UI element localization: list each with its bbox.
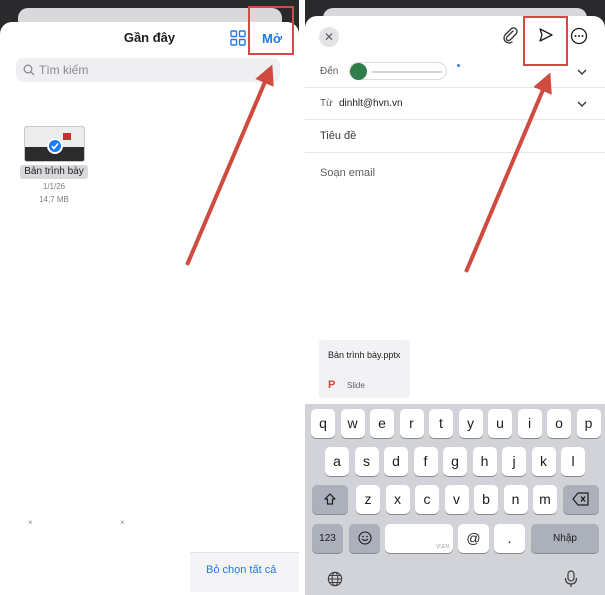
- recipient-chip[interactable]: [349, 62, 447, 80]
- key-p[interactable]: p: [576, 409, 601, 438]
- key-e[interactable]: e: [370, 409, 394, 438]
- file-picker-panel: Gần đây Mở Tìm kiếm Bản trình bày 1/1/26…: [0, 0, 299, 595]
- open-button-highlight: [248, 6, 294, 55]
- shift-key[interactable]: [312, 485, 348, 514]
- chevron-down-icon[interactable]: [577, 99, 587, 109]
- key-q[interactable]: q: [311, 409, 335, 438]
- backspace-key[interactable]: [563, 485, 599, 514]
- key-h[interactable]: h: [472, 447, 497, 476]
- close-button[interactable]: ✕: [319, 27, 339, 47]
- key-d[interactable]: d: [384, 447, 408, 476]
- attachment-name: Bản trình bày.pptx: [328, 350, 401, 360]
- dot-key[interactable]: .: [494, 524, 525, 553]
- key-b[interactable]: b: [474, 485, 498, 514]
- file-name: Bản trình bày: [20, 165, 88, 179]
- to-row[interactable]: Đến: [305, 56, 605, 88]
- numbers-key[interactable]: 123: [312, 524, 343, 553]
- key-i[interactable]: i: [517, 409, 542, 438]
- key-o[interactable]: o: [547, 409, 571, 438]
- email-body-field[interactable]: Soạn email: [320, 167, 375, 179]
- bottom-toolbar: Bỏ chọn tất cả: [190, 552, 299, 592]
- file-size: 14,7 MB: [39, 195, 69, 204]
- key-a[interactable]: a: [325, 447, 349, 476]
- thumbnail-accent: [63, 133, 71, 140]
- at-key[interactable]: @: [458, 524, 489, 553]
- paperclip-icon[interactable]: [501, 26, 519, 44]
- file-picker-sheet: [0, 22, 299, 595]
- to-label: Đến: [320, 66, 339, 77]
- recipient-redacted: [372, 71, 442, 73]
- keyboard: qwertyuiop asdfghjkl zxcvbnm 123 VI,EN @…: [305, 404, 605, 595]
- powerpoint-icon: P: [328, 379, 336, 391]
- key-l[interactable]: l: [561, 447, 585, 476]
- attachment-type: Slide: [347, 381, 365, 390]
- key-c[interactable]: c: [415, 485, 439, 514]
- key-z[interactable]: z: [356, 485, 380, 514]
- selected-check-icon: [47, 138, 63, 154]
- grid-view-icon[interactable]: [230, 30, 246, 46]
- email-compose-panel: ✕ Đến Từ dinhlt@hvn.vn Tiêu đề Soạn emai…: [305, 0, 605, 595]
- key-t[interactable]: t: [429, 409, 453, 438]
- search-icon: [23, 64, 35, 76]
- microphone-icon[interactable]: [563, 570, 579, 588]
- key-v[interactable]: v: [444, 485, 469, 514]
- key-w[interactable]: w: [340, 409, 365, 438]
- close-icon: ×: [120, 518, 125, 527]
- avatar: [350, 63, 367, 80]
- key-y[interactable]: y: [458, 409, 483, 438]
- more-options-icon[interactable]: [570, 27, 588, 45]
- key-n[interactable]: n: [503, 485, 528, 514]
- key-j[interactable]: j: [502, 447, 526, 476]
- key-s[interactable]: s: [354, 447, 379, 476]
- key-f[interactable]: f: [413, 447, 438, 476]
- from-row[interactable]: Từ dinhlt@hvn.vn: [305, 88, 605, 120]
- file-date: 1/1/26: [42, 182, 66, 191]
- attachment-card[interactable]: Bản trình bày.pptx P Slide: [319, 340, 410, 398]
- key-u[interactable]: u: [488, 409, 512, 438]
- key-m[interactable]: m: [533, 485, 557, 514]
- deselect-all-button[interactable]: Bỏ chọn tất cả: [206, 564, 276, 576]
- key-g[interactable]: g: [443, 447, 467, 476]
- emoji-key[interactable]: [349, 524, 380, 553]
- space-key[interactable]: VI,EN: [385, 524, 453, 553]
- subject-field[interactable]: Tiêu đề: [320, 130, 356, 142]
- key-k[interactable]: k: [531, 447, 556, 476]
- space-key-hint: VI,EN: [435, 544, 449, 550]
- from-value: dinhlt@hvn.vn: [339, 98, 403, 109]
- key-r[interactable]: r: [399, 409, 424, 438]
- return-key[interactable]: Nhập: [531, 524, 599, 553]
- close-icon: ×: [28, 518, 33, 527]
- cursor-dot: [457, 64, 460, 67]
- key-x[interactable]: x: [385, 485, 410, 514]
- search-input[interactable]: Tìm kiếm: [16, 58, 280, 82]
- chevron-down-icon[interactable]: [577, 67, 587, 77]
- search-placeholder: Tìm kiếm: [39, 63, 89, 77]
- globe-icon[interactable]: [327, 570, 343, 588]
- from-label: Từ: [320, 98, 333, 109]
